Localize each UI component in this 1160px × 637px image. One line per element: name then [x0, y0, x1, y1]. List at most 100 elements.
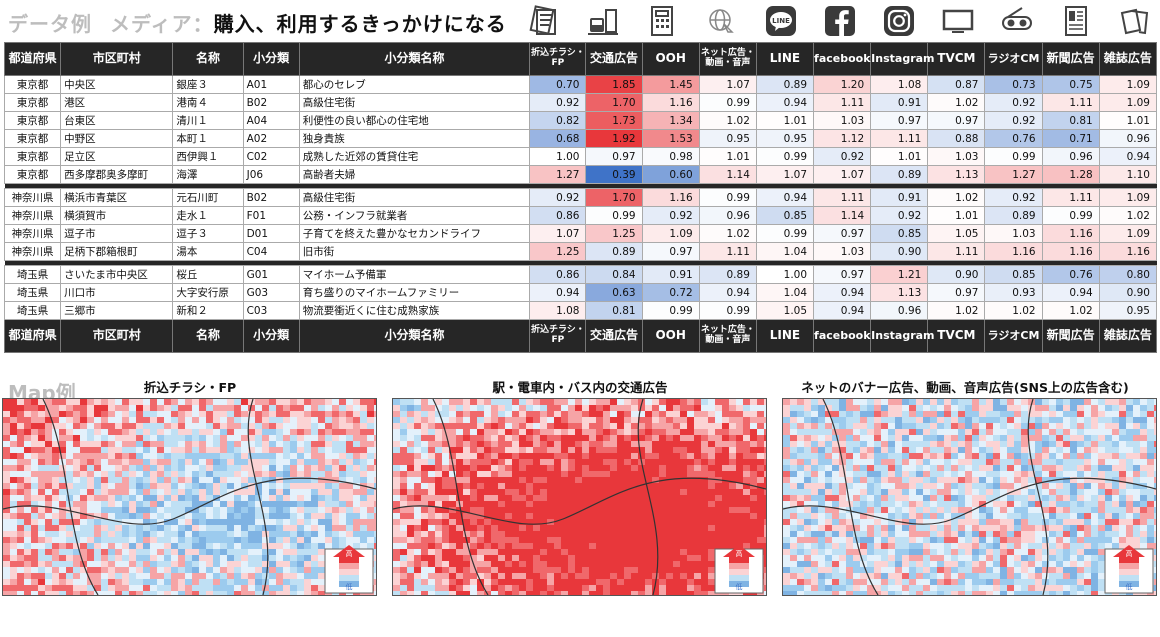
heatmap-cell	[617, 483, 625, 490]
heatmap-cell	[1014, 513, 1022, 520]
heatmap-cell	[526, 489, 534, 496]
heatmap-cell	[624, 435, 632, 442]
heatmap-cell	[311, 471, 319, 478]
score-cell: 0.94	[813, 283, 872, 302]
heatmap-cell	[811, 477, 819, 484]
heatmap-cell	[811, 507, 819, 514]
heatmap-cell	[325, 531, 333, 538]
heatmap-cell	[150, 531, 158, 538]
heatmap-cell	[421, 471, 429, 478]
heatmap-cell	[52, 537, 60, 544]
heatmap-cell	[360, 399, 368, 406]
heatmap-cell	[213, 507, 221, 514]
score-cell: 0.91	[870, 188, 929, 207]
heatmap-cell	[38, 465, 46, 472]
heatmap-cell	[178, 477, 186, 484]
heatmap-cell	[540, 429, 548, 436]
score-cell: 1.16	[1041, 224, 1100, 243]
heatmap-cell	[129, 459, 137, 466]
heatmap-cell	[561, 579, 569, 586]
heatmap-cell	[832, 459, 840, 466]
heatmap-cell	[526, 531, 534, 538]
heatmap-cell	[94, 555, 102, 562]
heatmap-cell	[1154, 459, 1156, 466]
heatmap-cell	[353, 423, 361, 430]
heatmap-cell	[428, 507, 436, 514]
heatmap-cell	[603, 489, 611, 496]
heatmap-cell	[332, 489, 340, 496]
heatmap-cell	[213, 501, 221, 508]
heatmap-cell	[484, 423, 492, 430]
heatmap-cell	[108, 513, 116, 520]
heatmap-cell	[547, 399, 555, 406]
heatmap-cell	[45, 495, 53, 502]
heatmap-cell	[262, 447, 270, 454]
heatmap-cell	[332, 519, 340, 526]
heatmap-cell	[638, 537, 646, 544]
heatmap-cell	[269, 591, 277, 595]
heatmap-cell	[234, 513, 242, 520]
heatmap-cell	[979, 417, 987, 424]
heatmap-cell	[1154, 411, 1156, 418]
heatmap-cell	[783, 411, 791, 418]
heatmap-cell	[73, 543, 81, 550]
heatmap-cell	[860, 447, 868, 454]
heatmap-cell	[143, 501, 151, 508]
heatmap-cell	[839, 423, 847, 430]
heatmap-cell	[790, 483, 798, 490]
heatmap-cell	[470, 501, 478, 508]
heatmap-cell	[846, 459, 854, 466]
heatmap-cell	[519, 549, 527, 556]
heatmap-cell	[750, 531, 758, 538]
heatmap-cell	[470, 543, 478, 550]
heatmap-cell	[241, 555, 249, 562]
heatmap-cell	[463, 465, 471, 472]
heatmap-cell	[428, 555, 436, 562]
heatmap-cell	[512, 447, 520, 454]
heatmap-cell	[589, 453, 597, 460]
heatmap-cell	[568, 543, 576, 550]
heatmap-cell	[596, 531, 604, 538]
heatmap-cell	[108, 549, 116, 556]
heatmap-cell	[150, 441, 158, 448]
heatmap-cell	[73, 561, 81, 568]
heatmap-cell	[1000, 477, 1008, 484]
heatmap-cell	[526, 483, 534, 490]
heatmap-cell	[276, 399, 284, 406]
heatmap-cell	[484, 429, 492, 436]
heatmap-cell	[332, 537, 340, 544]
heatmap-cell	[1126, 429, 1134, 436]
heatmap-cell	[290, 405, 298, 412]
heatmap-cell	[3, 591, 11, 595]
heatmap-cell	[596, 411, 604, 418]
heatmap-cell	[888, 405, 896, 412]
heatmap-cell	[491, 573, 499, 580]
heatmap-cell	[59, 549, 67, 556]
heatmap-cell	[937, 411, 945, 418]
heatmap-cell	[213, 423, 221, 430]
heatmap-cell	[52, 567, 60, 574]
heatmap-cell	[1063, 423, 1071, 430]
heatmap-cell	[902, 405, 910, 412]
heatmap-cell	[94, 489, 102, 496]
heatmap-cell	[122, 501, 130, 508]
heatmap-cell	[1077, 513, 1085, 520]
heatmap-cell	[393, 489, 401, 496]
heatmap-cell	[374, 477, 376, 484]
heatmap-cell	[874, 501, 882, 508]
heatmap-cell	[435, 483, 443, 490]
heatmap-cell	[701, 585, 709, 592]
heatmap-cell	[400, 579, 408, 586]
score-cell: 0.86	[529, 265, 587, 284]
heatmap-cell	[73, 417, 81, 424]
heatmap-cell	[17, 549, 25, 556]
heatmap-cell	[311, 591, 319, 595]
heatmap-cell	[164, 513, 172, 520]
heatmap-cell	[701, 501, 709, 508]
heatmap-cell	[129, 429, 137, 436]
heatmap-cell	[874, 399, 882, 406]
heatmap-cell	[283, 477, 291, 484]
heatmap-cell	[17, 405, 25, 412]
heatmap-cell	[1056, 435, 1064, 442]
heatmap-cell	[631, 441, 639, 448]
